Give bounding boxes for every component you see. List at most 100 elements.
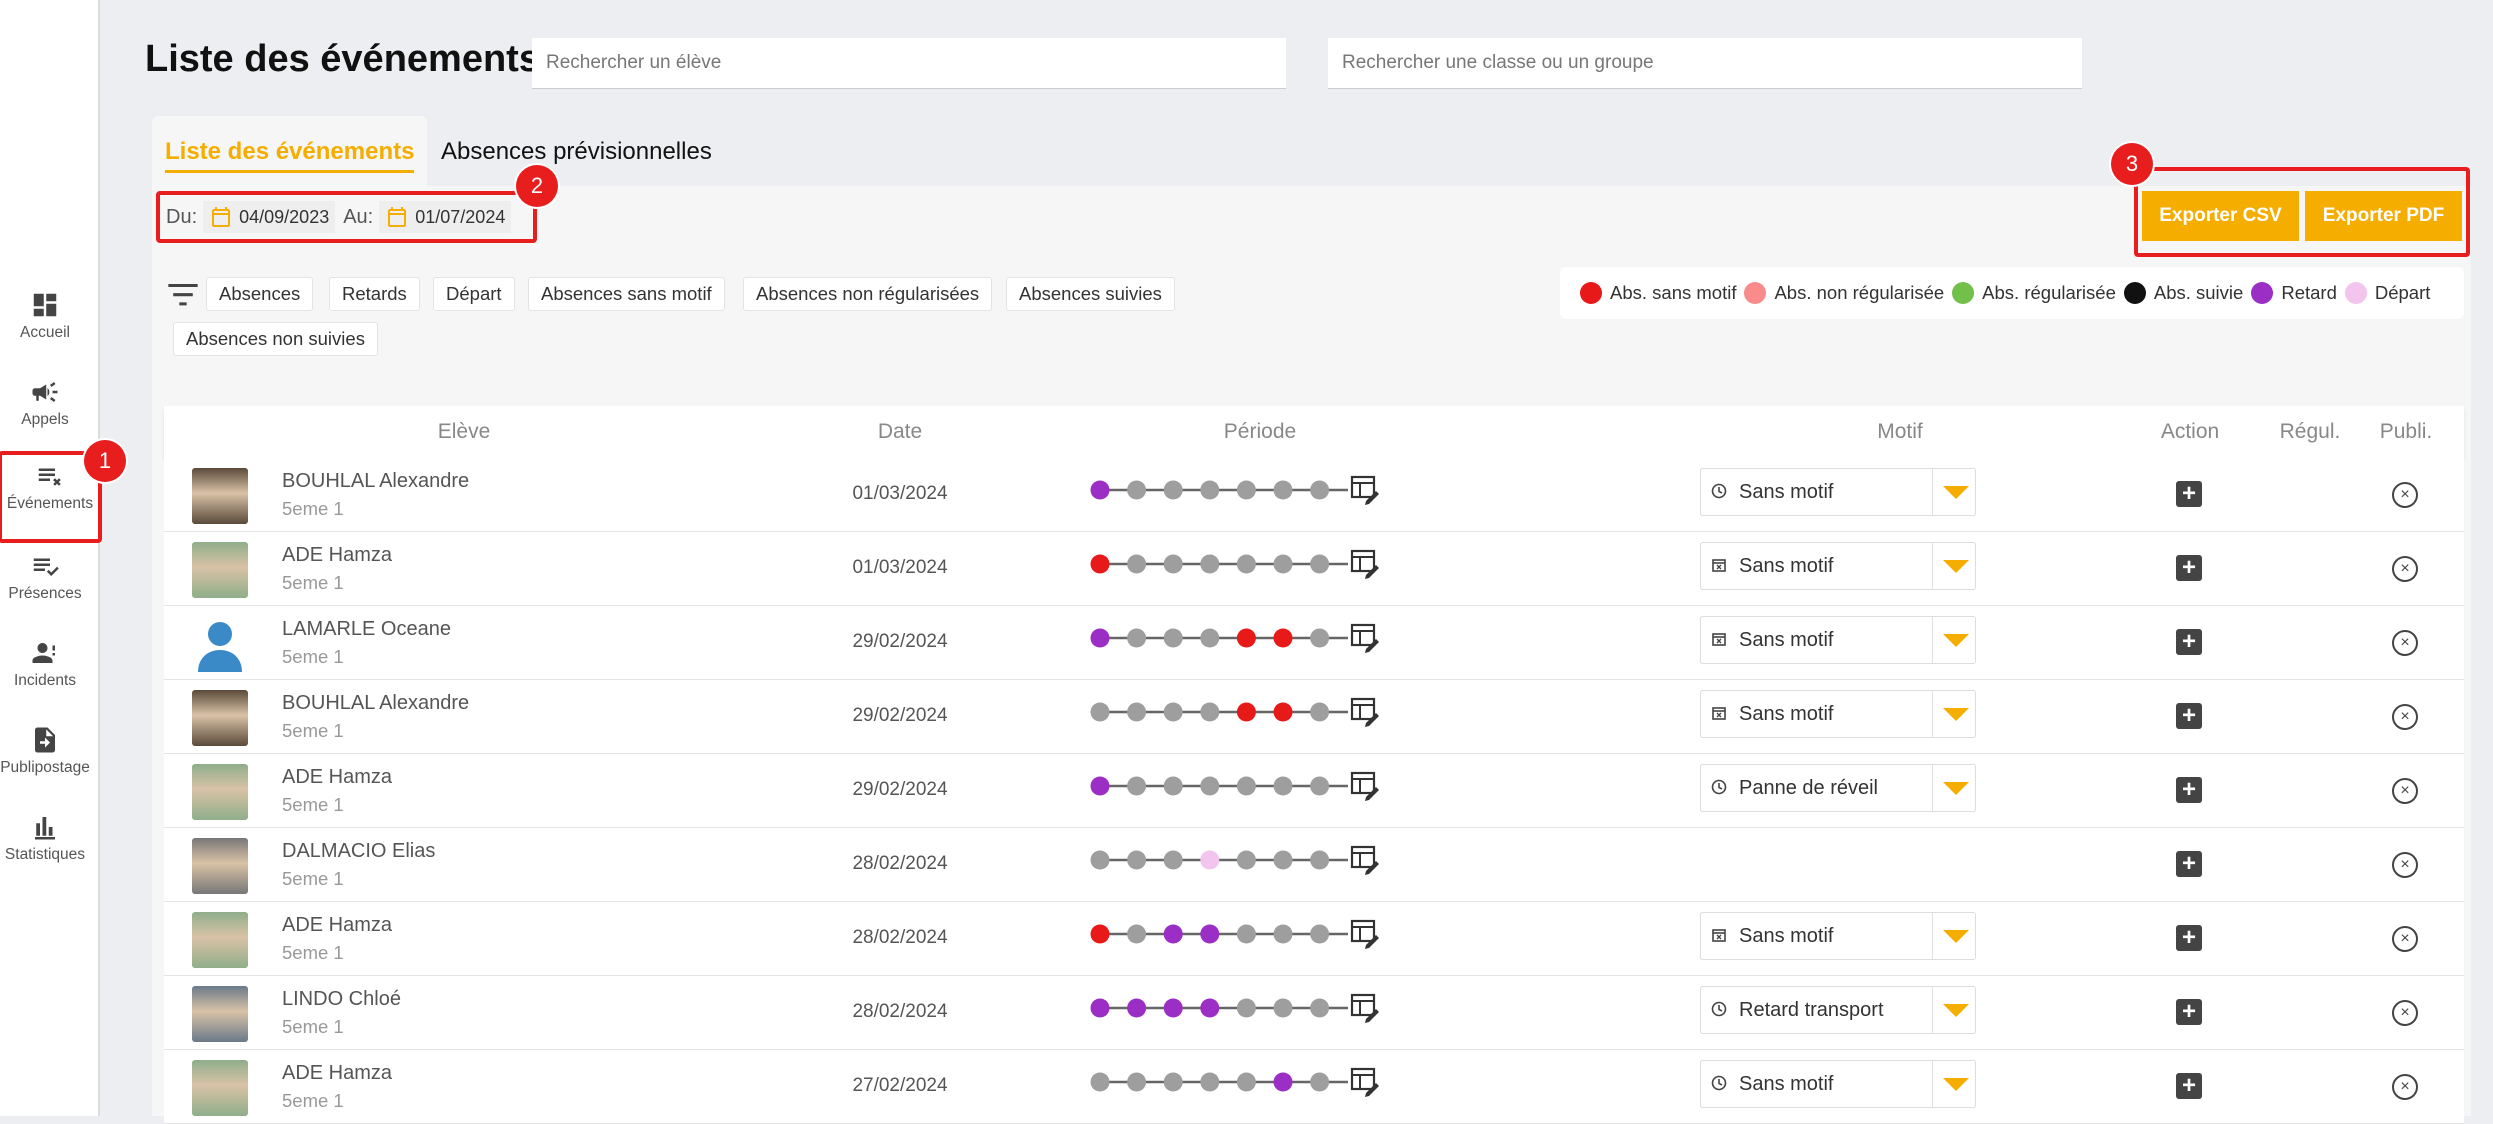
period-dot[interactable] bbox=[1310, 998, 1330, 1018]
period-dot[interactable] bbox=[1163, 554, 1183, 574]
period-dot[interactable] bbox=[1273, 850, 1293, 870]
motif-select[interactable]: Sans motif bbox=[1700, 542, 1976, 590]
nav-presences[interactable]: Présences bbox=[0, 541, 90, 625]
motif-select[interactable]: Sans motif bbox=[1700, 690, 1976, 738]
period-dot[interactable] bbox=[1090, 554, 1110, 574]
add-action-icon[interactable]: + bbox=[2176, 703, 2202, 729]
period-dot[interactable] bbox=[1310, 924, 1330, 944]
add-action-icon[interactable]: + bbox=[2176, 925, 2202, 951]
period-dot[interactable] bbox=[1236, 924, 1256, 944]
period-dot[interactable] bbox=[1090, 998, 1110, 1018]
period-dot[interactable] bbox=[1090, 480, 1110, 500]
period-dot[interactable] bbox=[1090, 628, 1110, 648]
period-dot[interactable] bbox=[1236, 776, 1256, 796]
unpublished-icon[interactable]: × bbox=[2392, 926, 2418, 952]
filter-chip-absences[interactable]: Absences bbox=[206, 277, 314, 311]
period-dot[interactable] bbox=[1127, 480, 1147, 500]
filter-chip-absences-suivies[interactable]: Absences suivies bbox=[1006, 277, 1175, 311]
period-dot[interactable] bbox=[1236, 480, 1256, 500]
period-dot[interactable] bbox=[1310, 1072, 1330, 1092]
filter-chip-absences-sans-motif[interactable]: Absences sans motif bbox=[528, 277, 725, 311]
motif-select[interactable]: Sans motif bbox=[1700, 616, 1976, 664]
period-dot[interactable] bbox=[1163, 850, 1183, 870]
period-dot[interactable] bbox=[1236, 850, 1256, 870]
period-dot[interactable] bbox=[1310, 850, 1330, 870]
period-dot[interactable] bbox=[1200, 776, 1220, 796]
unpublished-icon[interactable]: × bbox=[2392, 778, 2418, 804]
filter-chip-absences-non-regularisees[interactable]: Absences non régularisées bbox=[743, 277, 993, 311]
dropdown-arrow-icon[interactable] bbox=[1932, 617, 1975, 663]
period-dot[interactable] bbox=[1127, 702, 1147, 722]
period-dot[interactable] bbox=[1090, 924, 1110, 944]
period-dot[interactable] bbox=[1163, 924, 1183, 944]
period-dot[interactable] bbox=[1090, 1072, 1110, 1092]
filter-chip-retards[interactable]: Retards bbox=[329, 277, 420, 311]
period-dot[interactable] bbox=[1310, 776, 1330, 796]
motif-select[interactable]: Sans motif bbox=[1700, 468, 1976, 516]
period-dot[interactable] bbox=[1090, 850, 1110, 870]
edit-periods-icon[interactable] bbox=[1350, 845, 1379, 875]
period-dot[interactable] bbox=[1090, 702, 1110, 722]
unpublished-icon[interactable]: × bbox=[2392, 1000, 2418, 1026]
period-dot[interactable] bbox=[1127, 1072, 1147, 1092]
period-dot[interactable] bbox=[1200, 480, 1220, 500]
period-dot[interactable] bbox=[1163, 628, 1183, 648]
period-dot[interactable] bbox=[1310, 480, 1330, 500]
period-dot[interactable] bbox=[1127, 850, 1147, 870]
add-action-icon[interactable]: + bbox=[2176, 481, 2202, 507]
period-dot[interactable] bbox=[1127, 628, 1147, 648]
motif-select[interactable]: Retard transport bbox=[1700, 986, 1976, 1034]
dropdown-arrow-icon[interactable] bbox=[1932, 913, 1975, 959]
period-dot[interactable] bbox=[1163, 998, 1183, 1018]
unpublished-icon[interactable]: × bbox=[2392, 852, 2418, 878]
nav-appels[interactable]: Appels bbox=[0, 367, 90, 451]
period-dot[interactable] bbox=[1310, 554, 1330, 574]
period-dot[interactable] bbox=[1127, 998, 1147, 1018]
export-pdf-button[interactable]: Exporter PDF bbox=[2305, 191, 2462, 241]
period-dot[interactable] bbox=[1163, 702, 1183, 722]
period-dot[interactable] bbox=[1273, 998, 1293, 1018]
dropdown-arrow-icon[interactable] bbox=[1932, 987, 1975, 1033]
period-dot[interactable] bbox=[1236, 702, 1256, 722]
add-action-icon[interactable]: + bbox=[2176, 629, 2202, 655]
period-dot[interactable] bbox=[1200, 554, 1220, 574]
edit-periods-icon[interactable] bbox=[1350, 475, 1379, 505]
nav-statistiques[interactable]: Statistiques bbox=[0, 802, 90, 886]
motif-select[interactable]: Sans motif bbox=[1700, 912, 1976, 960]
period-dot[interactable] bbox=[1273, 924, 1293, 944]
period-dot[interactable] bbox=[1236, 998, 1256, 1018]
period-dot[interactable] bbox=[1273, 776, 1293, 796]
add-action-icon[interactable]: + bbox=[2176, 777, 2202, 803]
period-dot[interactable] bbox=[1127, 776, 1147, 796]
dropdown-arrow-icon[interactable] bbox=[1932, 691, 1975, 737]
dropdown-arrow-icon[interactable] bbox=[1932, 1061, 1975, 1107]
nav-incidents[interactable]: Incidents bbox=[0, 628, 90, 712]
dropdown-arrow-icon[interactable] bbox=[1932, 469, 1975, 515]
filter-chip-depart[interactable]: Départ bbox=[433, 277, 515, 311]
period-dot[interactable] bbox=[1273, 628, 1293, 648]
edit-periods-icon[interactable] bbox=[1350, 623, 1379, 653]
add-action-icon[interactable]: + bbox=[2176, 999, 2202, 1025]
period-dot[interactable] bbox=[1163, 776, 1183, 796]
add-action-icon[interactable]: + bbox=[2176, 851, 2202, 877]
period-dot[interactable] bbox=[1127, 924, 1147, 944]
to-date-field[interactable]: 01/07/2024 bbox=[379, 201, 512, 233]
period-dot[interactable] bbox=[1236, 628, 1256, 648]
period-dot[interactable] bbox=[1273, 554, 1293, 574]
period-dot[interactable] bbox=[1236, 554, 1256, 574]
period-dot[interactable] bbox=[1236, 1072, 1256, 1092]
add-action-icon[interactable]: + bbox=[2176, 1073, 2202, 1099]
export-csv-button[interactable]: Exporter CSV bbox=[2142, 191, 2299, 241]
period-dot[interactable] bbox=[1200, 924, 1220, 944]
period-dot[interactable] bbox=[1273, 702, 1293, 722]
period-dot[interactable] bbox=[1273, 480, 1293, 500]
tab-absences-previsionnelles[interactable]: Absences prévisionnelles bbox=[428, 116, 725, 188]
from-date-field[interactable]: 04/09/2023 bbox=[203, 201, 336, 233]
filter-icon[interactable] bbox=[168, 284, 198, 306]
edit-periods-icon[interactable] bbox=[1350, 993, 1379, 1023]
period-dot[interactable] bbox=[1200, 998, 1220, 1018]
nav-accueil[interactable]: Accueil bbox=[0, 280, 90, 364]
search-student-input[interactable] bbox=[532, 38, 1286, 88]
nav-publipostage[interactable]: Publipostage bbox=[0, 715, 90, 799]
edit-periods-icon[interactable] bbox=[1350, 549, 1379, 579]
